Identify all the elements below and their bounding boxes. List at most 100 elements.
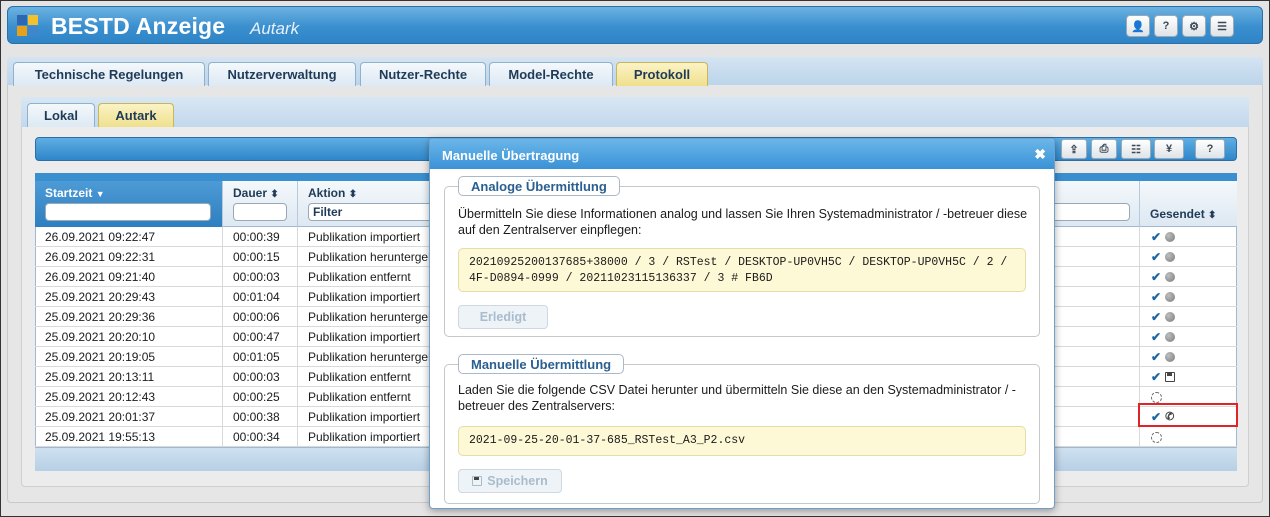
user-button[interactable]: 👤 xyxy=(1126,15,1150,37)
column-startzeit[interactable]: Startzeit ▼ xyxy=(35,181,223,227)
globe-icon[interactable] xyxy=(1165,312,1176,322)
currency-button[interactable]: ¥ xyxy=(1154,139,1184,159)
manual-message: Laden Sie die folgende CSV Datei herunte… xyxy=(458,383,1016,413)
cell-gesendet: ✔ xyxy=(1140,347,1237,367)
cell-dauer: 00:00:47 xyxy=(223,327,298,347)
cell-gesendet xyxy=(1140,427,1237,447)
check-icon[interactable]: ✔ xyxy=(1151,367,1161,387)
grid-help-button[interactable]: ? xyxy=(1195,139,1225,159)
check-icon[interactable]: ✔ xyxy=(1151,287,1161,307)
cell-dauer: 00:01:05 xyxy=(223,347,298,367)
cell-dauer: 00:00:39 xyxy=(223,227,298,247)
export-file-icon: ⎙ xyxy=(1099,142,1109,155)
gear-icon: ⚙ xyxy=(1189,20,1199,33)
cell-startzeit: 26.09.2021 09:22:47 xyxy=(35,227,223,247)
columns-button[interactable]: ☷ xyxy=(1121,139,1151,159)
aktion-filter-input[interactable] xyxy=(308,203,438,221)
tab-autark[interactable]: Autark xyxy=(98,103,174,127)
spinner-icon[interactable] xyxy=(1151,431,1162,443)
sort-icon: ⬍ xyxy=(348,189,358,200)
globe-icon[interactable] xyxy=(1165,272,1176,282)
column-dauer[interactable]: Dauer ⬍ xyxy=(223,181,298,227)
help-icon: ? xyxy=(1206,143,1214,155)
column-gesendet-label: Gesendet xyxy=(1150,207,1205,221)
tab-protokoll[interactable]: Protokoll xyxy=(616,62,708,86)
cell-gesendet: ✔ xyxy=(1140,327,1237,347)
cell-dauer: 00:00:03 xyxy=(223,367,298,387)
analog-code: 20210925200137685+38000 / 3 / RSTest / D… xyxy=(458,248,1026,292)
floppy-icon xyxy=(472,476,483,486)
tab-model-rechte[interactable]: Model-Rechte xyxy=(489,62,613,86)
cell-gesendet: ✔ xyxy=(1140,287,1237,307)
cell-dauer: 00:00:34 xyxy=(223,427,298,447)
column-aktion-label: Aktion xyxy=(308,186,346,200)
app-subtitle: Autark xyxy=(250,19,300,38)
cell-startzeit: 25.09.2021 20:01:37 xyxy=(35,407,223,427)
globe-icon[interactable] xyxy=(1165,352,1176,362)
list-icon: ☷ xyxy=(1131,143,1141,156)
erledigt-label: Erledigt xyxy=(479,310,527,324)
sort-icon: ⬍ xyxy=(1208,210,1217,221)
help-button[interactable]: ? xyxy=(1154,15,1178,37)
user-icon: 👤 xyxy=(1131,20,1145,33)
settings-button[interactable]: ⚙ xyxy=(1182,15,1206,37)
app-header: BESTD Anzeige Autark 👤 ? ⚙ ☰ xyxy=(7,6,1263,44)
upload-button[interactable]: ⇪ xyxy=(1061,139,1087,159)
spinner-icon[interactable] xyxy=(1151,391,1162,403)
globe-icon[interactable] xyxy=(1165,332,1176,342)
startzeit-filter-input[interactable] xyxy=(45,203,211,221)
check-icon[interactable]: ✔ xyxy=(1151,307,1161,327)
check-icon[interactable]: ✔ xyxy=(1151,327,1161,347)
app-title: BESTD Anzeige xyxy=(51,13,226,39)
globe-icon[interactable] xyxy=(1165,232,1176,242)
yen-icon: ¥ xyxy=(1165,143,1173,155)
menu-button[interactable]: ☰ xyxy=(1210,15,1234,37)
floppy-icon[interactable] xyxy=(1165,372,1176,382)
tab-nutzer-rechte[interactable]: Nutzer-Rechte xyxy=(360,62,486,86)
speichern-button[interactable]: Speichern xyxy=(458,469,562,493)
upload-icon: ⇪ xyxy=(1069,143,1079,156)
cell-startzeit: 26.09.2021 09:22:31 xyxy=(35,247,223,267)
analog-message: Übermitteln Sie diese Informationen anal… xyxy=(458,207,1028,237)
cell-startzeit: 26.09.2021 09:21:40 xyxy=(35,267,223,287)
close-icon[interactable]: ✖ xyxy=(1034,146,1046,163)
menu-icon: ☰ xyxy=(1217,20,1227,33)
other-filter-input[interactable] xyxy=(1050,203,1130,221)
sort-icon: ⬍ xyxy=(270,189,279,200)
cell-startzeit: 25.09.2021 19:55:13 xyxy=(35,427,223,447)
column-gesendet[interactable]: Gesendet ⬍ xyxy=(1140,181,1237,227)
cell-startzeit: 25.09.2021 20:13:11 xyxy=(35,367,223,387)
app-logo xyxy=(17,15,39,37)
cell-dauer: 00:01:04 xyxy=(223,287,298,307)
manual-legend: Manuelle Übermittlung xyxy=(458,354,625,374)
tab-lokal[interactable]: Lokal xyxy=(27,103,95,127)
export-button[interactable]: ⎙ xyxy=(1091,139,1117,159)
csv-file-name: 2021-09-25-20-01-37-685_RSTest_A3_P2.csv xyxy=(458,426,1026,456)
cell-gesendet: ✔ xyxy=(1140,367,1237,387)
cell-startzeit: 25.09.2021 20:12:43 xyxy=(35,387,223,407)
cell-dauer: 00:00:25 xyxy=(223,387,298,407)
cell-gesendet: ✔ xyxy=(1140,247,1237,267)
check-icon[interactable]: ✔ xyxy=(1151,267,1161,287)
sort-desc-icon: ▼ xyxy=(95,189,105,199)
dauer-filter-input[interactable] xyxy=(233,203,287,221)
highlight-box xyxy=(1138,403,1238,427)
erledigt-button[interactable]: Erledigt xyxy=(458,305,548,329)
globe-icon[interactable] xyxy=(1165,292,1176,302)
cell-gesendet: ✔ xyxy=(1140,267,1237,287)
check-icon[interactable]: ✔ xyxy=(1151,347,1161,367)
cell-dauer: 00:00:03 xyxy=(223,267,298,287)
globe-icon[interactable] xyxy=(1165,252,1176,262)
cell-gesendet: ✔ xyxy=(1140,227,1237,247)
tab-technische-regelungen[interactable]: Technische Regelungen xyxy=(13,62,205,86)
cell-startzeit: 25.09.2021 20:29:43 xyxy=(35,287,223,307)
check-icon[interactable]: ✔ xyxy=(1151,247,1161,267)
analog-legend: Analoge Übermittlung xyxy=(458,176,620,196)
sub-tabbar xyxy=(21,97,1249,127)
app-window: BESTD Anzeige Autark 👤 ? ⚙ ☰ Technische … xyxy=(0,0,1270,517)
column-startzeit-label: Startzeit xyxy=(45,186,93,200)
check-icon[interactable]: ✔ xyxy=(1151,227,1161,247)
cell-dauer: 00:00:06 xyxy=(223,307,298,327)
cell-gesendet: ✔ xyxy=(1140,307,1237,327)
tab-nutzerverwaltung[interactable]: Nutzerverwaltung xyxy=(208,62,356,86)
